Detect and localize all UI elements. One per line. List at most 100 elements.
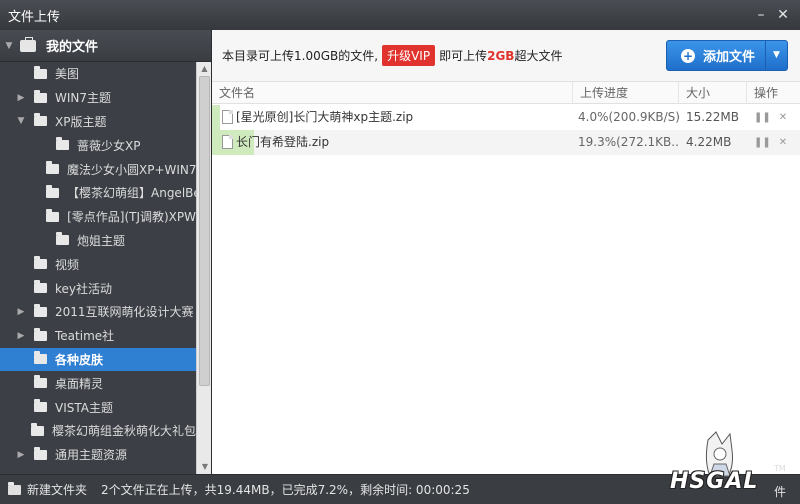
sidebar-item[interactable]: 美图: [0, 62, 196, 86]
sidebar-item[interactable]: 蔷薇少女XP: [0, 133, 196, 157]
sidebar-item-label: Teatime社: [55, 329, 115, 344]
sidebar: ▼ 我的文件 美图 ▶ WIN7主题 ▼ XP版主题蔷薇少女XP 魔法少女小圆XP+WIN…: [0, 30, 212, 474]
sidebar-item[interactable]: VISTA主题: [0, 395, 196, 419]
folder-icon: [34, 327, 47, 341]
sidebar-item-label: 炮姐主题: [77, 233, 126, 248]
folder-icon: [30, 422, 44, 436]
expand-arrow-icon[interactable]: ▶: [16, 307, 26, 317]
folder-icon: [34, 375, 47, 389]
sidebar-item[interactable]: ▶ 2011互联网萌化设计大赛: [0, 300, 196, 324]
col-size-header[interactable]: 大小: [678, 82, 746, 104]
my-files-label: 我的文件: [46, 40, 99, 55]
sidebar-item[interactable]: 桌面精灵: [0, 371, 196, 395]
close-button[interactable]: ✕: [774, 6, 792, 24]
file-row[interactable]: 长门有希登陆.zip 19.3%(272.1KB... 4.22MB ❚❚ ✕: [212, 130, 800, 155]
upgrade-vip-button[interactable]: 升级VIP: [382, 45, 436, 66]
minimize-button[interactable]: –: [752, 6, 770, 24]
add-file-button[interactable]: + 添加文件 ▼: [666, 40, 788, 71]
sidebar-item[interactable]: ▶ 通用主题资源: [0, 443, 196, 467]
my-files-header[interactable]: ▼ 我的文件: [0, 30, 211, 62]
add-file-dropdown-icon[interactable]: ▼: [765, 41, 787, 70]
folder-tree: 美图 ▶ WIN7主题 ▼ XP版主题蔷薇少女XP 魔法少女小圆XP+WIN7 【樱茶幻萌组…: [0, 62, 196, 467]
upload-status-text: 2个文件正在上传，共19.44MB，已完成7.2%，剩余时间: 00:00:25: [101, 483, 470, 497]
sidebar-item[interactable]: 樱茶幻萌组金秋萌化大礼包: [0, 419, 196, 443]
file-name: 长门有希登陆.zip: [236, 135, 330, 149]
table-header: 文件名 上传进度 大小 操作: [212, 82, 800, 104]
expand-arrow-icon[interactable]: ▼: [16, 116, 26, 126]
briefcase-icon: [20, 36, 36, 52]
file-name-cell: 长门有希登陆.zip: [212, 130, 572, 155]
new-folder-button[interactable]: 新建文件夹: [8, 481, 87, 498]
sidebar-item[interactable]: 视频: [0, 252, 196, 276]
file-panel: 本目录可上传1.00GB的文件, 升级VIP 即可上传 2GB 超大文件 + 添…: [212, 30, 800, 474]
file-name: [星光原创]长门大萌神xp主题.zip: [236, 110, 414, 124]
sidebar-item[interactable]: 魔法少女小圆XP+WIN7: [0, 157, 196, 181]
file-ops: ❚❚ ✕: [754, 105, 794, 130]
sidebar-item[interactable]: [零点作品](TJ调教)XPW: [0, 205, 196, 229]
remove-icon[interactable]: ✕: [779, 137, 787, 148]
remove-icon[interactable]: ✕: [779, 112, 787, 123]
sidebar-item-label: WIN7主题: [55, 91, 112, 106]
add-file-label: 添加文件: [703, 50, 756, 65]
plus-icon: +: [681, 48, 695, 63]
col-ops-header: 操作: [746, 82, 800, 104]
sidebar-item[interactable]: 各种皮肤: [0, 347, 196, 372]
scroll-down-icon[interactable]: ▼: [197, 460, 211, 474]
sidebar-item[interactable]: ▶ Teatime社: [0, 324, 196, 348]
file-icon: [222, 110, 233, 124]
sidebar-item-label: 【樱茶幻萌组】AngelBe: [67, 186, 196, 201]
logo-tm: TM: [774, 464, 786, 473]
expand-arrow-icon[interactable]: ▶: [16, 93, 26, 103]
file-size: 15.22MB: [686, 110, 739, 124]
sidebar-item[interactable]: key社活动: [0, 276, 196, 300]
file-progress: 19.3%(272.1KB...: [578, 135, 680, 149]
folder-icon: [34, 256, 47, 270]
col-name-header[interactable]: 文件名: [212, 82, 572, 104]
progress-fill: [212, 105, 220, 130]
folder-icon: [46, 161, 59, 175]
folder-icon: [56, 137, 69, 151]
sidebar-item[interactable]: ▶ WIN7主题: [0, 86, 196, 110]
collapse-arrow-icon[interactable]: ▼: [4, 41, 14, 51]
file-icon: [222, 135, 233, 149]
sidebar-item-label: 桌面精灵: [55, 376, 104, 391]
sidebar-item[interactable]: 炮姐主题: [0, 229, 196, 253]
hsgal-logo: HSGAL TM: [670, 430, 786, 500]
title-bar: 文件上传 – ✕: [0, 0, 800, 30]
sidebar-item-label: 视频: [55, 257, 80, 272]
sidebar-item-label: 通用主题资源: [55, 448, 128, 463]
folder-icon: [46, 184, 59, 198]
quota-text-mid: 即可上传: [439, 49, 488, 63]
folder-icon: [34, 280, 47, 294]
folder-icon: [34, 303, 47, 317]
sidebar-item-label: 美图: [55, 67, 80, 82]
folder-icon: [34, 399, 47, 413]
quota-highlight: 2GB: [487, 48, 515, 63]
pause-icon[interactable]: ❚❚: [754, 112, 771, 123]
sidebar-item-label: VISTA主题: [55, 400, 113, 415]
folder-icon: [34, 65, 47, 79]
folder-icon: [56, 232, 69, 246]
scroll-up-icon[interactable]: ▲: [197, 62, 211, 76]
quota-text: 本目录可上传1.00GB的文件,: [222, 49, 379, 63]
pause-icon[interactable]: ❚❚: [754, 137, 771, 148]
col-progress-header[interactable]: 上传进度: [572, 82, 678, 104]
sidebar-item-label: [零点作品](TJ调教)XPW: [67, 210, 196, 225]
expand-arrow-icon[interactable]: ▶: [16, 450, 26, 460]
scroll-thumb[interactable]: [199, 76, 210, 386]
sidebar-item-label: XP版主题: [55, 114, 107, 129]
sidebar-item[interactable]: ▼ XP版主题: [0, 110, 196, 134]
file-progress: 4.0%(200.9KB/S): [578, 110, 680, 124]
sidebar-scrollbar[interactable]: ▲ ▼: [196, 62, 211, 474]
file-name-cell: [星光原创]长门大萌神xp主题.zip: [212, 105, 572, 130]
sidebar-item-label: 樱茶幻萌组金秋萌化大礼包: [51, 424, 196, 439]
sidebar-item-label: 各种皮肤: [55, 352, 104, 367]
expand-arrow-icon[interactable]: ▶: [16, 331, 26, 341]
sidebar-item[interactable]: 【樱茶幻萌组】AngelBe: [0, 181, 196, 205]
folder-icon: [34, 351, 47, 365]
folder-icon: [34, 89, 47, 103]
folder-icon: [34, 446, 47, 460]
sidebar-item-label: 蔷薇少女XP: [77, 138, 141, 153]
file-row[interactable]: [星光原创]长门大萌神xp主题.zip 4.0%(200.9KB/S) 15.22M…: [212, 105, 800, 130]
quota-infobar: 本目录可上传1.00GB的文件, 升级VIP 即可上传 2GB 超大文件 + 添…: [212, 30, 800, 82]
